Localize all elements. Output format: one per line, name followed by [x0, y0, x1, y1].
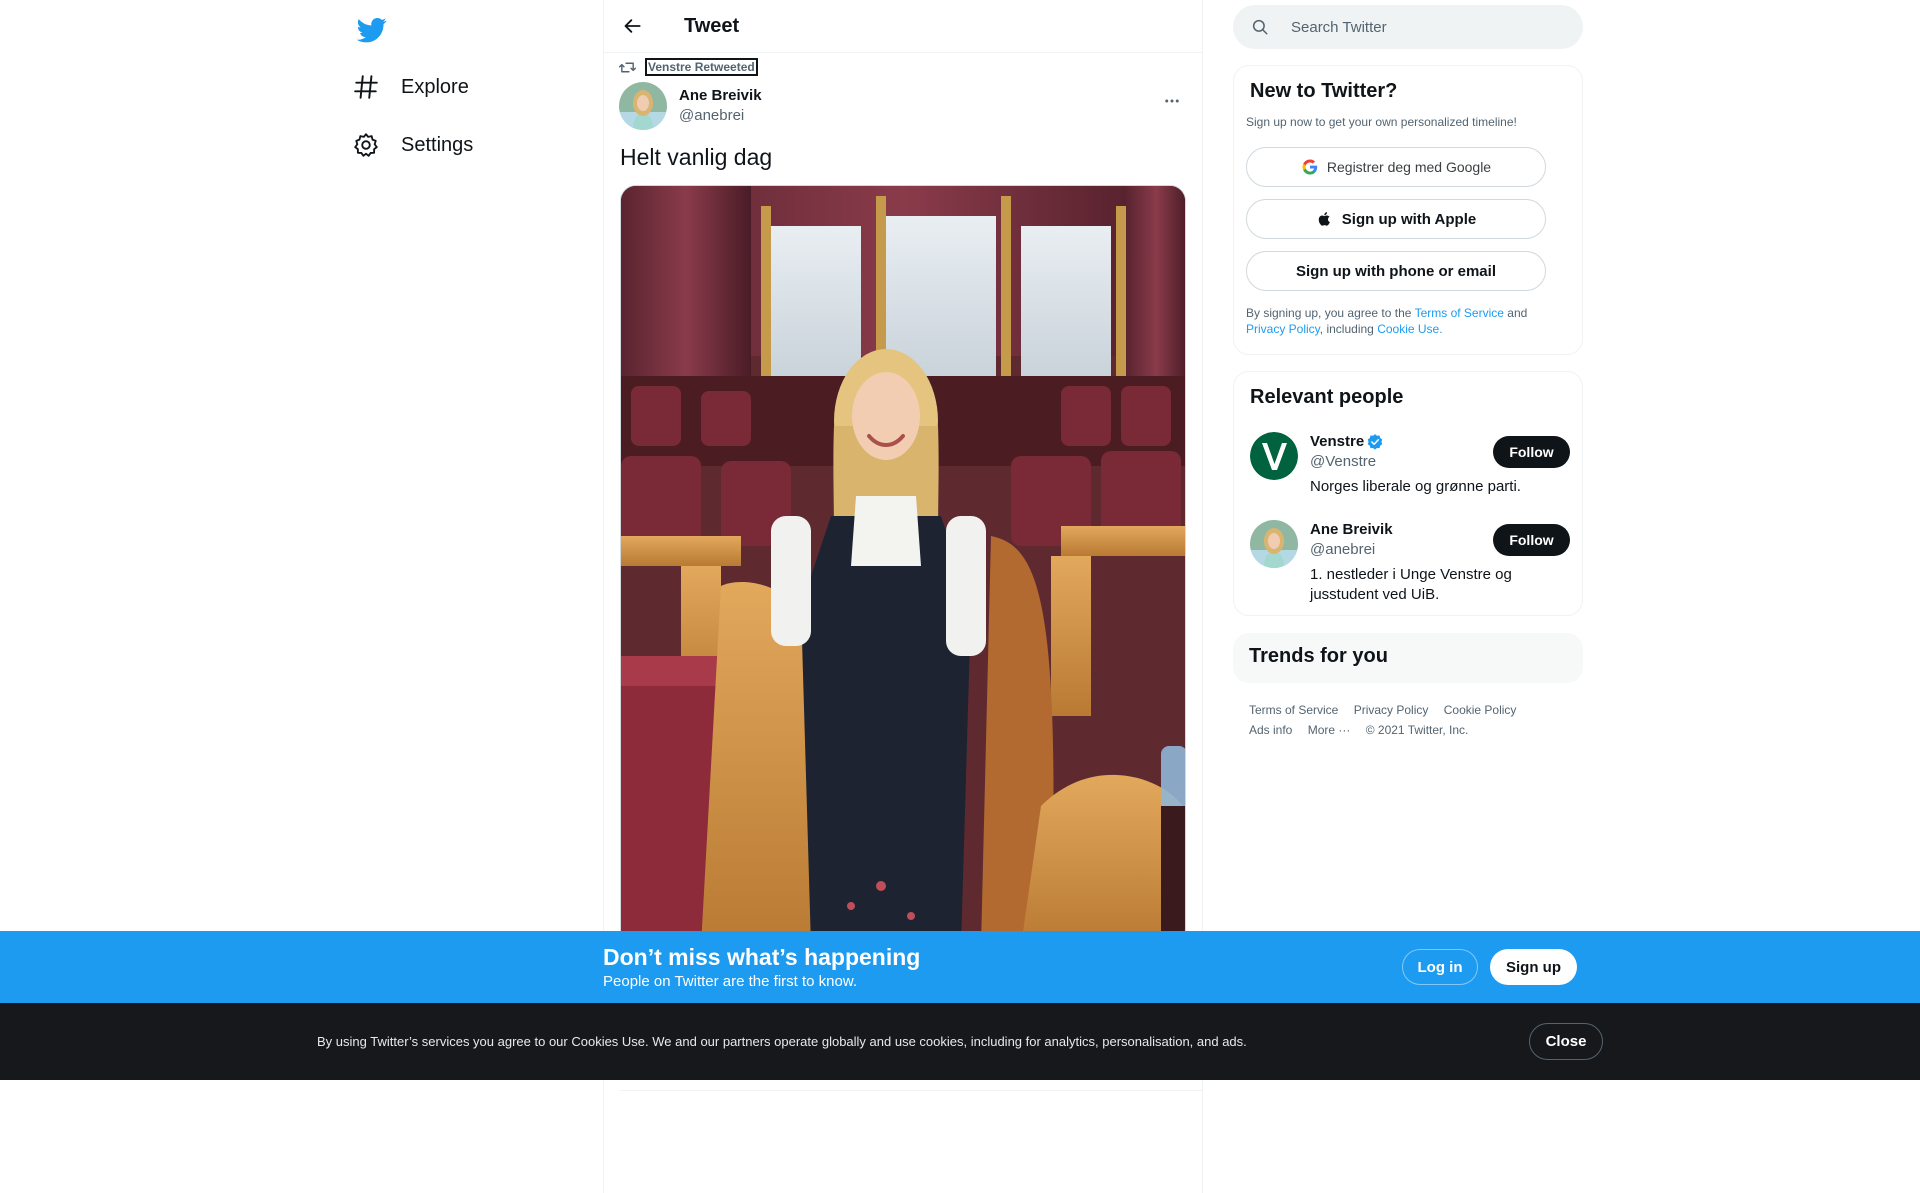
legal-including: , including: [1319, 322, 1374, 336]
google-signup-button[interactable]: Registrer deg med Google: [1246, 147, 1546, 187]
more-options-icon[interactable]: [1155, 84, 1189, 118]
apple-signup-button[interactable]: Sign up with Apple: [1246, 199, 1546, 239]
tweet-photo[interactable]: [620, 185, 1186, 945]
follow-venstre-button[interactable]: Follow: [1493, 436, 1570, 468]
retweet-context: Venstre Retweeted: [619, 58, 758, 76]
nav-explore-label: Explore: [401, 75, 469, 98]
author-names: Ane Breivik @anebrei: [679, 86, 762, 126]
search-bar[interactable]: [1233, 5, 1583, 49]
trends-title: Trends for you: [1249, 645, 1388, 667]
author-handle[interactable]: @anebrei: [679, 106, 762, 126]
relevant-people-panel: Relevant people Venstre @Venstre Norges …: [1233, 371, 1583, 616]
terms-link[interactable]: Terms of Service: [1415, 306, 1504, 320]
anebrei-names: Ane Breivik @anebrei: [1310, 520, 1393, 560]
signup-legal-text: By signing up, you agree to the Terms of…: [1246, 305, 1566, 337]
retweeted-by-link[interactable]: Venstre Retweeted: [645, 58, 758, 76]
nav-settings-label: Settings: [401, 133, 474, 156]
venstre-bio: Norges liberale og grønne parti.: [1310, 478, 1521, 495]
tweet-author: Ane Breivik @anebrei: [619, 82, 1189, 130]
new-to-twitter-panel: New to Twitter? Sign up now to get your …: [1233, 65, 1583, 355]
legal-prefix: By signing up, you agree to the: [1246, 306, 1412, 320]
nav-explore[interactable]: Explore: [346, 62, 469, 112]
footer-cookie-link[interactable]: Cookie Policy: [1444, 703, 1517, 717]
anebrei-name[interactable]: Ane Breivik: [1310, 520, 1393, 540]
login-banner: Don’t miss what’s happening People on Tw…: [0, 931, 1920, 1003]
relevant-people-title: Relevant people: [1250, 386, 1404, 408]
google-icon: [1301, 158, 1319, 176]
google-signup-label: Registrer deg med Google: [1326, 159, 1492, 175]
anebrei-avatar[interactable]: [1250, 520, 1298, 568]
cookie-notice-text: By using Twitter’s services you agree to…: [317, 1034, 1247, 1049]
venstre-names: Venstre @Venstre: [1310, 432, 1384, 472]
back-arrow-icon[interactable]: [616, 9, 650, 43]
footer-more-link[interactable]: More ···: [1308, 723, 1351, 737]
hashtag-icon: [346, 67, 386, 107]
phone-email-signup-label: Sign up with phone or email: [1295, 262, 1496, 280]
verified-badge-icon: [1366, 433, 1384, 451]
follow-anebrei-button[interactable]: Follow: [1493, 524, 1570, 556]
banner-subtitle: People on Twitter are the first to know.: [603, 973, 858, 990]
divider: [620, 1090, 1203, 1091]
main-header: Tweet: [604, 0, 1202, 53]
cookie-consent-bar: By using Twitter’s services you agree to…: [0, 1003, 1920, 1080]
new-to-twitter-subtitle: Sign up now to get your own personalized…: [1246, 115, 1517, 129]
cookie-close-button[interactable]: Close: [1529, 1023, 1603, 1060]
venstre-handle[interactable]: @Venstre: [1310, 452, 1384, 472]
login-button[interactable]: Log in: [1402, 949, 1478, 985]
apple-signup-label: Sign up with Apple: [1341, 210, 1477, 228]
banner-title: Don’t miss what’s happening: [603, 944, 921, 970]
apple-icon: [1316, 210, 1334, 228]
retweet-icon: [619, 58, 637, 76]
anebrei-bio: 1. nestleder i Unge Venstre og jusstuden…: [1310, 566, 1512, 603]
author-name[interactable]: Ane Breivik: [679, 86, 762, 106]
tweet-text: Helt vanlig dag: [620, 144, 773, 170]
venstre-avatar[interactable]: [1250, 432, 1298, 480]
footer-terms-link[interactable]: Terms of Service: [1249, 703, 1338, 717]
legal-and: and: [1507, 306, 1528, 320]
search-input[interactable]: [1291, 18, 1571, 36]
footer-links: Terms of Service Privacy Policy Cookie P…: [1249, 700, 1579, 740]
author-avatar[interactable]: [619, 82, 667, 130]
privacy-link[interactable]: Privacy Policy: [1246, 322, 1320, 336]
footer-copyright: © 2021 Twitter, Inc.: [1365, 723, 1469, 737]
person-name[interactable]: Venstre: [1310, 432, 1384, 452]
cookie-use-link[interactable]: Cookie Use.: [1377, 322, 1442, 336]
anebrei-handle[interactable]: @anebrei: [1310, 540, 1393, 560]
phone-email-signup-button[interactable]: Sign up with phone or email: [1246, 251, 1546, 291]
footer-ads-info-link[interactable]: Ads info: [1249, 723, 1292, 737]
new-to-twitter-title: New to Twitter?: [1250, 80, 1398, 102]
twitter-logo-icon[interactable]: [352, 10, 392, 50]
venstre-name: Venstre: [1310, 433, 1365, 450]
nav-settings[interactable]: Settings: [346, 120, 473, 170]
gear-icon: [346, 125, 386, 165]
footer-privacy-link[interactable]: Privacy Policy: [1354, 703, 1429, 717]
signup-button[interactable]: Sign up: [1490, 949, 1577, 985]
trends-panel: Trends for you: [1233, 633, 1583, 683]
search-icon: [1251, 17, 1271, 37]
page-title: Tweet: [684, 14, 740, 37]
